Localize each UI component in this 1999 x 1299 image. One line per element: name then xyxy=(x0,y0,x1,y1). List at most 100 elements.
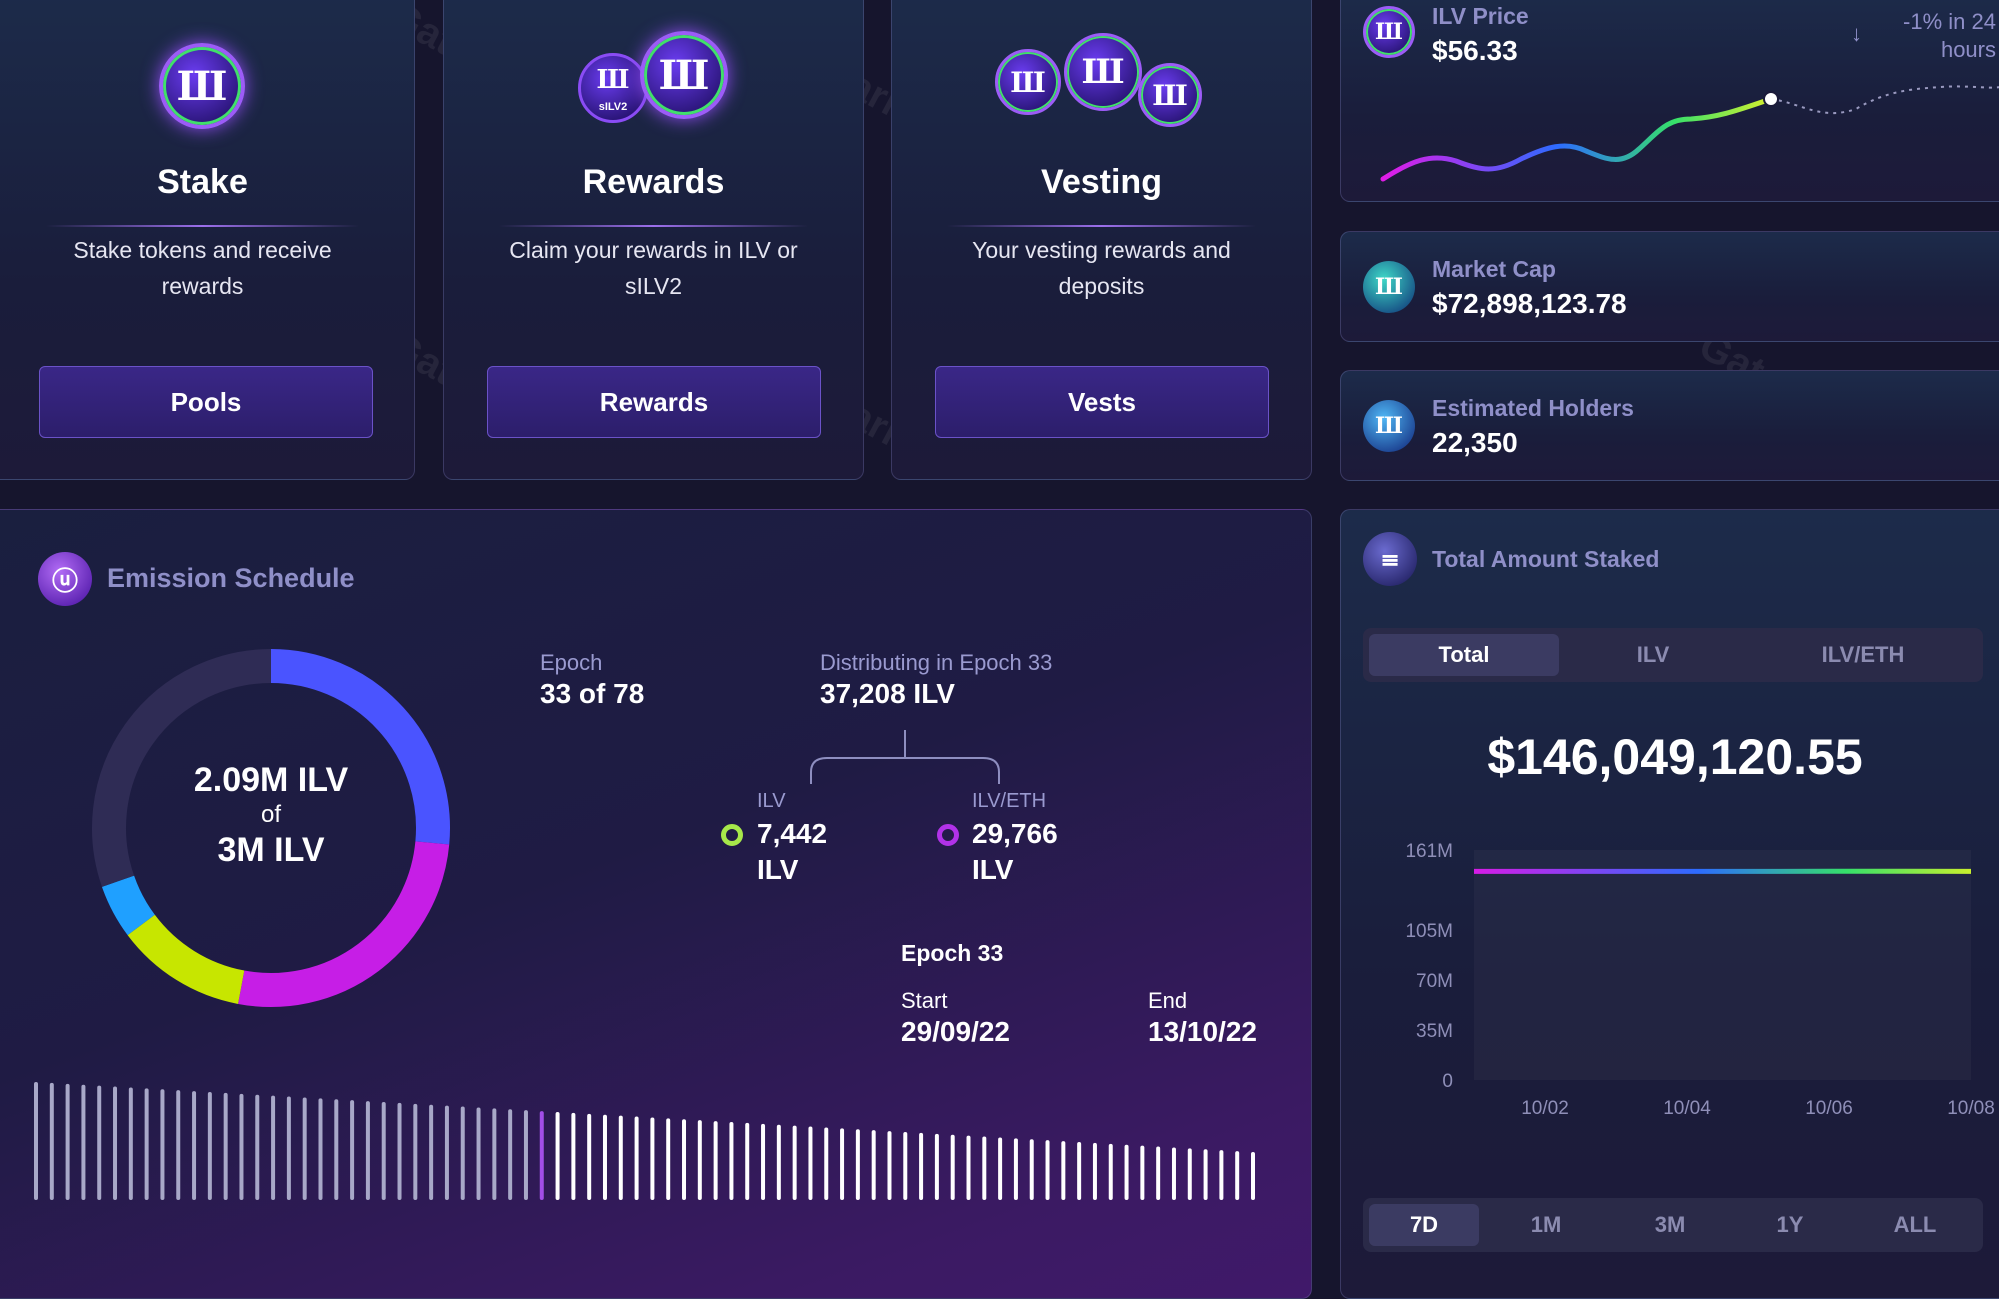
rewards-title: Rewards xyxy=(444,163,863,202)
sparkline-path xyxy=(1383,99,1771,179)
ilv-pool-label: ILV xyxy=(757,790,786,813)
epoch-bar xyxy=(951,1135,955,1200)
epoch-bar xyxy=(1235,1151,1239,1200)
ilveth-pool-label: ILV/ETH xyxy=(972,790,1046,813)
market-cap-icon: Ш xyxy=(1363,261,1415,313)
tab-total[interactable]: Total xyxy=(1369,634,1559,676)
epoch-value: 33 of 78 xyxy=(540,678,644,710)
ilv-coin-icon: Ш xyxy=(995,49,1061,115)
ilv-coin-icon: Ш xyxy=(159,43,245,129)
vests-button[interactable]: Vests xyxy=(935,366,1269,438)
stake-description: Stake tokens and receive rewards xyxy=(31,232,374,304)
epoch-bar xyxy=(856,1129,860,1200)
ilv-pool-unit: ILV xyxy=(757,854,798,886)
donut-segment-distributed xyxy=(118,881,141,925)
staked-title: Total Amount Staked xyxy=(1432,546,1659,573)
epoch-bar xyxy=(1093,1143,1097,1200)
epoch-bar xyxy=(382,1102,386,1200)
epoch-bar xyxy=(761,1124,765,1200)
donut-distributed: 2.09M ILV xyxy=(171,760,371,800)
epoch-bar xyxy=(192,1091,196,1200)
pools-button[interactable]: Pools xyxy=(39,366,373,438)
epoch-bar xyxy=(34,1082,38,1200)
divider xyxy=(499,225,808,227)
epoch-bar xyxy=(982,1137,986,1200)
epoch-bar xyxy=(824,1127,828,1200)
epoch-bar xyxy=(334,1099,338,1200)
staked-line-chart: 035M70M105M161M10/0210/0410/0610/08 xyxy=(1341,810,1999,1160)
epoch-bar xyxy=(366,1101,370,1200)
epoch-bar xyxy=(287,1097,291,1200)
epoch-bar xyxy=(1219,1150,1223,1200)
epoch-bar xyxy=(255,1095,259,1200)
epoch-bar xyxy=(160,1089,164,1200)
epoch-bar xyxy=(745,1123,749,1200)
ilv-pool-value: 7,442 xyxy=(757,818,827,850)
staked-value: $146,049,120.55 xyxy=(1341,728,1999,786)
y-tick-label: 105M xyxy=(1405,921,1453,942)
epoch-bar xyxy=(793,1126,797,1200)
epoch-bar xyxy=(1156,1147,1160,1200)
epoch-bar xyxy=(967,1136,971,1200)
epoch-bar xyxy=(903,1132,907,1200)
epoch-bar xyxy=(50,1083,54,1200)
epoch-bar xyxy=(413,1104,417,1200)
holders-value: 22,350 xyxy=(1432,427,1518,459)
silv2-coin-label: sILV2 xyxy=(581,101,645,113)
epoch-bar xyxy=(445,1106,449,1200)
divider xyxy=(947,225,1256,227)
epoch-bar xyxy=(97,1086,101,1200)
epoch-bar xyxy=(919,1133,923,1200)
epoch-bar xyxy=(650,1117,654,1200)
epoch-bar xyxy=(714,1121,718,1200)
epoch-bar xyxy=(145,1088,149,1200)
epoch-bar xyxy=(1140,1146,1144,1200)
tab-ilv-eth[interactable]: ILV/ETH xyxy=(1753,634,1973,676)
holders-panel: Ш Estimated Holders 22,350 xyxy=(1340,370,1999,481)
vesting-description: Your vesting rewards and deposits xyxy=(932,232,1271,304)
epoch-bar xyxy=(666,1118,670,1200)
range-all[interactable]: ALL xyxy=(1857,1204,1973,1246)
sparkline-marker xyxy=(1764,92,1778,106)
epoch-bar xyxy=(271,1096,275,1200)
holders-label: Estimated Holders xyxy=(1432,395,1634,422)
ilveth-pool-unit: ILV xyxy=(972,854,1013,886)
epoch-bar xyxy=(239,1094,243,1200)
range-7d[interactable]: 7D xyxy=(1369,1204,1479,1246)
epoch-bar xyxy=(872,1130,876,1200)
x-tick-label: 10/04 xyxy=(1663,1098,1711,1119)
epoch-bar xyxy=(1046,1140,1050,1200)
x-tick-label: 10/06 xyxy=(1805,1098,1853,1119)
epoch-bar xyxy=(66,1084,70,1200)
epoch-bar xyxy=(113,1087,117,1200)
stake-card: Ш Stake Stake tokens and receive rewards… xyxy=(0,0,415,480)
ilv-pool-ring xyxy=(721,824,743,846)
epoch-bar xyxy=(998,1137,1002,1200)
emission-title: Emission Schedule xyxy=(107,563,355,594)
epoch-bar xyxy=(1188,1148,1192,1200)
range-3m[interactable]: 3M xyxy=(1615,1204,1725,1246)
epoch-bar-current xyxy=(540,1111,544,1200)
market-cap-panel: Ш Market Cap $72,898,123.78 xyxy=(1340,231,1999,342)
epoch-bar xyxy=(698,1120,702,1200)
epoch-bar xyxy=(935,1134,939,1200)
epoch-bar xyxy=(1204,1149,1208,1200)
ilv-coin-icon: Ш xyxy=(640,31,728,119)
range-1m[interactable]: 1M xyxy=(1491,1204,1601,1246)
tab-ilv[interactable]: ILV xyxy=(1563,634,1743,676)
ilv-coin-icon: Ш xyxy=(1064,33,1142,111)
epoch-bar xyxy=(461,1107,465,1200)
epoch-bar xyxy=(571,1113,575,1200)
epoch-bar xyxy=(303,1097,307,1200)
ilv-price-panel: Ш ILV Price $56.33 ↓ -1% in 24 hours xyxy=(1340,0,1999,202)
holders-icon: Ш xyxy=(1363,400,1415,452)
epoch-start-value: 29/09/22 xyxy=(901,1016,1010,1048)
rewards-button[interactable]: Rewards xyxy=(487,366,821,438)
epoch-end-label: End xyxy=(1148,988,1187,1014)
epoch-start-label: Start xyxy=(901,988,947,1014)
staked-tabs: Total ILV ILV/ETH xyxy=(1363,628,1983,682)
range-1y[interactable]: 1Y xyxy=(1735,1204,1845,1246)
epoch-bar xyxy=(1109,1144,1113,1200)
distributing-label: Distributing in Epoch 33 xyxy=(820,650,1052,676)
distribution-bracket xyxy=(771,728,1011,788)
